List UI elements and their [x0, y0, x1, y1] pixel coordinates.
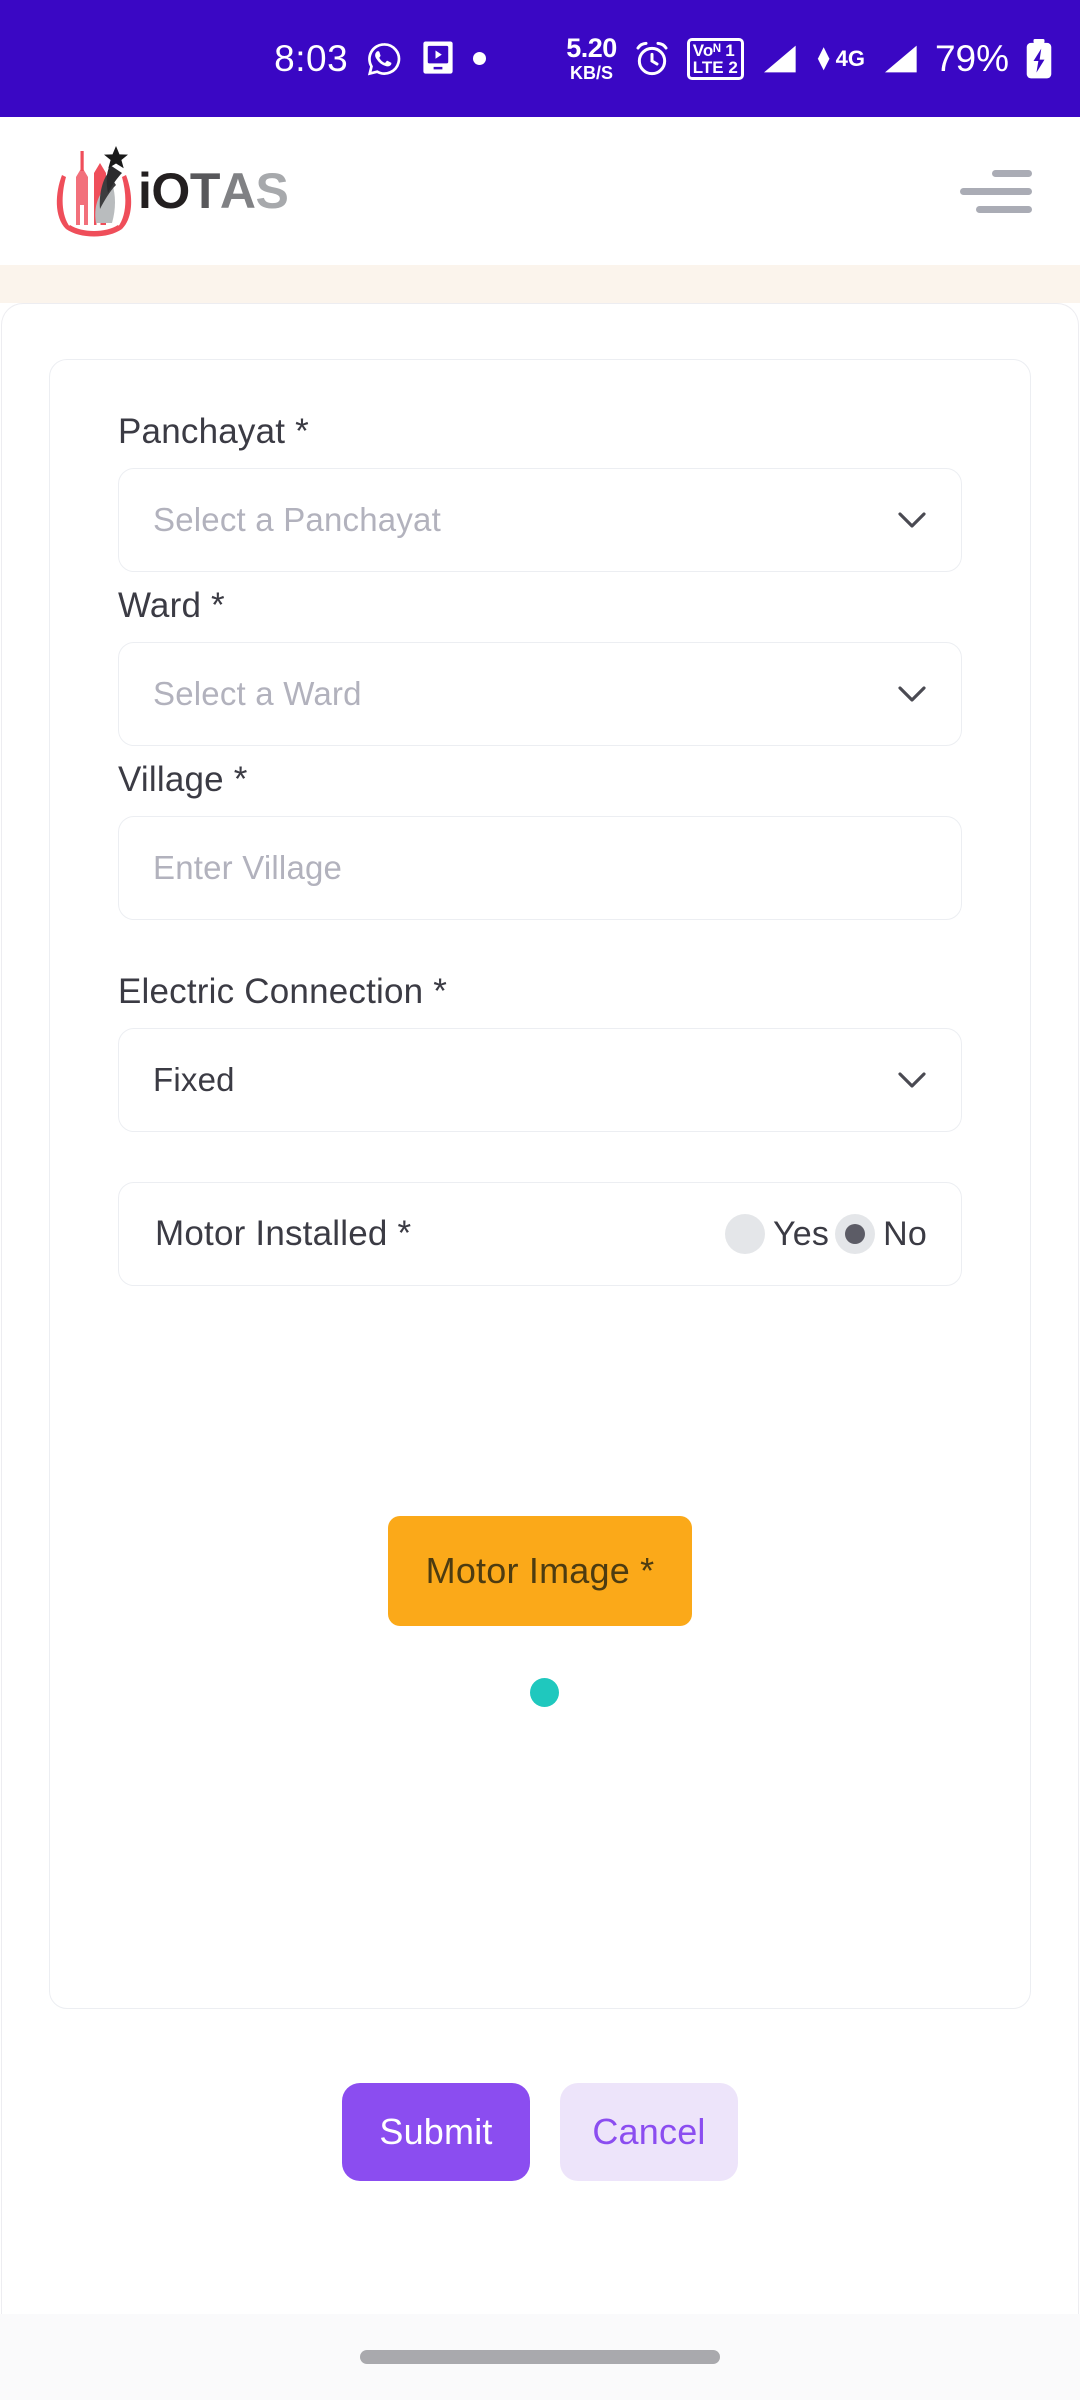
- submit-button[interactable]: Submit: [342, 2083, 530, 2181]
- volte-label-sim1: Voᴺ 1: [692, 40, 735, 60]
- hamburger-line-3: [976, 205, 1032, 213]
- screen-record-icon: [420, 40, 456, 78]
- motor-installed-yes-label: Yes: [773, 1214, 830, 1253]
- home-indicator-pill[interactable]: [360, 2350, 720, 2364]
- battery-percent-label: 79%: [934, 37, 1009, 79]
- radio-selected-icon: [835, 1214, 876, 1254]
- status-bar: 8:03 5.20 KB/S Voᴺ 1 LTE 2 ▲ ▼ 4G 79%: [0, 0, 1080, 117]
- page-surface: Panchayat * Select a Panchayat Ward * Se…: [1, 303, 1079, 2314]
- status-bar-left-group: 8:03: [274, 38, 487, 79]
- form-actions: Submit Cancel: [49, 2083, 1031, 2181]
- motor-installed-radio-group: Yes No: [725, 1214, 927, 1254]
- motor-image-section: Motor Image *: [118, 1516, 962, 1626]
- motor-image-preview-wrapper: [530, 1678, 559, 1707]
- network-speed-value: 5.20: [566, 33, 617, 63]
- system-navigation-bar: [0, 2314, 1080, 2400]
- brand-letter-o: O: [151, 163, 190, 219]
- brand-letter-s: S: [255, 163, 289, 219]
- app-header: iOTAS: [0, 117, 1080, 265]
- network-speed-unit: KB/S: [569, 63, 613, 83]
- accent-strip: [0, 265, 1080, 303]
- brand-letter-a: A: [219, 163, 256, 219]
- status-bar-clock: 8:03: [274, 38, 349, 79]
- panchayat-select[interactable]: Select a Panchayat: [118, 468, 962, 572]
- brand-name: iOTAS: [138, 162, 289, 220]
- radio-unselected-icon: [725, 1214, 766, 1254]
- motor-image-preview-section: [118, 1678, 962, 1707]
- panchayat-label: Panchayat *: [118, 412, 309, 451]
- electric-connection-label: Electric Connection *: [118, 972, 448, 1011]
- volte-label-sim2: LTE 2: [692, 57, 738, 77]
- dot-indicator: [473, 52, 487, 65]
- motor-installed-no-label: No: [883, 1214, 927, 1253]
- motor-installed-label: Motor Installed *: [155, 1214, 412, 1253]
- village-input[interactable]: Enter Village: [118, 816, 962, 920]
- chevron-down-icon: [897, 511, 927, 529]
- motor-installed-option-yes[interactable]: Yes: [725, 1214, 829, 1254]
- motor-installed-row: Motor Installed * Yes No: [118, 1182, 962, 1286]
- ward-label: Ward *: [118, 586, 225, 625]
- data-transfer-arrows-icon: ▲ ▼: [813, 41, 834, 75]
- hamburger-line-1: [992, 169, 1032, 177]
- hamburger-menu-icon[interactable]: [954, 161, 1032, 221]
- whatsapp-icon: [365, 40, 403, 78]
- ward-placeholder: Select a Ward: [153, 675, 362, 712]
- cancel-button[interactable]: Cancel: [560, 2083, 738, 2181]
- volte-dual-sim-icon: Voᴺ 1 LTE 2: [686, 37, 744, 80]
- network-speed-indicator: 5.20 KB/S: [566, 33, 617, 83]
- signal-bars-sim1-icon: [759, 42, 799, 76]
- village-label: Village *: [118, 760, 248, 799]
- hamburger-line-2: [960, 187, 1032, 195]
- brand-letter-i: i: [138, 163, 152, 219]
- panchayat-placeholder: Select a Panchayat: [153, 501, 441, 538]
- chevron-down-icon: [897, 685, 927, 703]
- electric-connection-select[interactable]: Fixed: [118, 1028, 962, 1132]
- alarm-clock-icon: [632, 39, 672, 79]
- signal-bars-sim2-icon: [880, 42, 920, 76]
- village-placeholder: Enter Village: [153, 849, 343, 886]
- network-type-label: 4G: [835, 45, 865, 71]
- chevron-down-icon: [897, 1071, 927, 1089]
- iotas-building-logo-icon: [52, 143, 136, 239]
- remove-image-badge-icon[interactable]: [530, 1678, 559, 1707]
- phone-screen: 8:03 5.20 KB/S Voᴺ 1 LTE 2 ▲ ▼ 4G 79% i …: [0, 0, 1080, 2400]
- motor-installed-option-no[interactable]: No: [835, 1214, 927, 1254]
- brand-letter-t: T: [189, 163, 221, 219]
- survey-form-card: Panchayat * Select a Panchayat Ward * Se…: [49, 359, 1031, 2009]
- network-type-indicator: ▲ ▼ 4G: [813, 41, 865, 75]
- battery-charging-icon: [1024, 38, 1054, 80]
- motor-image-button[interactable]: Motor Image *: [387, 1516, 693, 1626]
- status-bar-right-group: 5.20 KB/S Voᴺ 1 LTE 2 ▲ ▼ 4G 79%: [566, 35, 1054, 82]
- ward-select[interactable]: Select a Ward: [118, 642, 962, 746]
- electric-connection-value: Fixed: [153, 1061, 235, 1098]
- brand-logo[interactable]: iOTAS: [52, 143, 289, 239]
